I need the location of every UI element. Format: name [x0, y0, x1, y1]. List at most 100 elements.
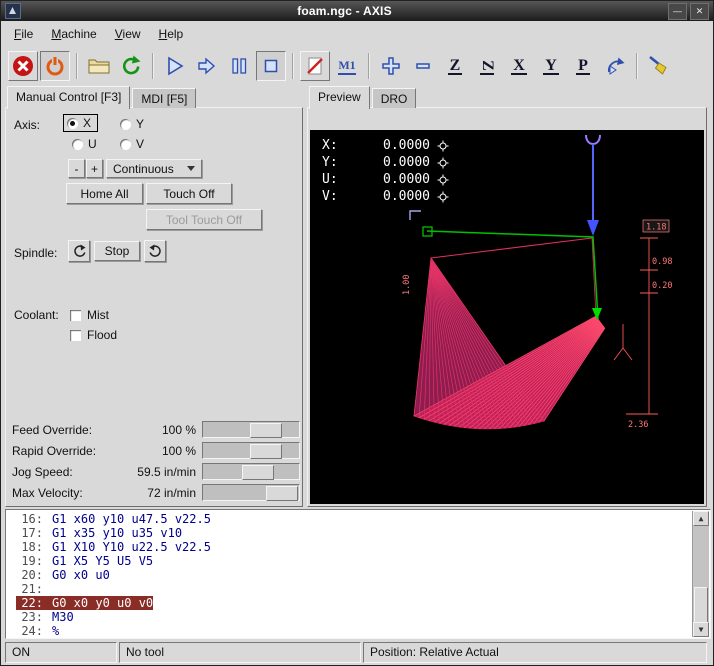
svg-text:2.36: 2.36: [628, 420, 648, 430]
machine-power-button[interactable]: [40, 51, 70, 81]
zoom-out-button[interactable]: [408, 51, 438, 81]
feed-override-slider[interactable]: [202, 421, 300, 438]
toolbar-separator: [636, 53, 638, 79]
view-rotated-top-button[interactable]: Z: [472, 51, 502, 81]
open-file-button[interactable]: [84, 51, 114, 81]
rotate-view-button[interactable]: [600, 51, 630, 81]
menu-machine[interactable]: Machine: [42, 23, 105, 45]
axis-radio-v[interactable]: V: [120, 137, 144, 151]
jog-minus-button[interactable]: -: [68, 159, 85, 178]
axis-window: foam.ngc - AXIS — ✕ File Machine View He…: [0, 0, 714, 666]
run-program-button[interactable]: [160, 51, 190, 81]
wing-top-edge: [431, 238, 592, 258]
axis-radio-y[interactable]: Y: [120, 117, 144, 131]
toolbar-separator: [76, 53, 78, 79]
tab-manual-control[interactable]: Manual Control [F3]: [7, 86, 130, 109]
gcode-line[interactable]: 16:G1 x60 y10 u47.5 v22.5: [16, 512, 690, 526]
tab-preview[interactable]: Preview: [309, 86, 370, 109]
close-button[interactable]: ✕: [690, 3, 709, 20]
optional-stop-button[interactable]: M1: [332, 51, 362, 81]
slider-thumb[interactable]: [242, 465, 274, 480]
tab-mdi[interactable]: MDI [F5]: [132, 88, 196, 108]
scrollbar-thumb[interactable]: [694, 587, 708, 624]
feed-override-label: Feed Override:: [12, 423, 92, 437]
gcode-line[interactable]: 23:M30: [16, 610, 690, 624]
slider-thumb[interactable]: [250, 444, 282, 459]
view-top-icon: Z: [448, 58, 463, 75]
max-velocity-slider[interactable]: [202, 484, 300, 501]
status-tool: No tool: [119, 642, 361, 663]
pause-program-button[interactable]: [224, 51, 254, 81]
scroll-down-arrow[interactable]: ▼: [693, 622, 709, 637]
view-perspective-icon: P: [576, 58, 590, 75]
control-notebook: Manual Control [F3] MDI [F5] Axis: X Y U…: [5, 87, 303, 507]
preview-canvas[interactable]: X: 0.0000 Y: 0.0000 U: 0.0000: [310, 130, 704, 504]
reload-file-button[interactable]: [116, 51, 146, 81]
mist-checkbox[interactable]: Mist: [70, 308, 109, 322]
gcode-line[interactable]: 19:G1 X5 Y5 U5 V5: [16, 554, 690, 568]
homed-icon: [437, 157, 449, 169]
view-perspective-button[interactable]: P: [568, 51, 598, 81]
power-icon: [43, 54, 67, 78]
max-velocity-value: 72 in/min: [106, 486, 196, 500]
spindle-cw-icon: [148, 244, 163, 259]
radio-indicator: [120, 139, 131, 150]
gcode-line[interactable]: 21:: [16, 582, 690, 596]
homed-icon: [437, 140, 449, 152]
skip-lines-button[interactable]: [300, 51, 330, 81]
gcode-line[interactable]: 18:G1 X10 Y10 u22.5 v22.5: [16, 540, 690, 554]
jog-speed-value: 59.5 in/min: [106, 465, 196, 479]
slider-thumb[interactable]: [250, 423, 282, 438]
menu-help[interactable]: Help: [150, 23, 193, 45]
spindle-ccw-icon: [72, 244, 87, 259]
jog-speed-label: Jog Speed:: [12, 465, 73, 479]
axis-radio-x[interactable]: X: [64, 115, 97, 131]
menu-file[interactable]: File: [5, 23, 42, 45]
dro-row-v: V: 0.0000: [322, 188, 449, 205]
zoom-in-button[interactable]: [376, 51, 406, 81]
optional-stop-icon: M1: [338, 58, 355, 75]
spindle-stop-button[interactable]: Stop: [94, 241, 140, 261]
tab-dro[interactable]: DRO: [372, 88, 417, 108]
dro-row-u: U: 0.0000: [322, 171, 449, 188]
clear-plot-button[interactable]: [644, 51, 674, 81]
gcode-line[interactable]: 24:%: [16, 624, 690, 638]
manual-control-panel: Axis: X Y U V - + Continuous: [5, 107, 303, 507]
minimize-button[interactable]: —: [668, 3, 687, 20]
gcode-line[interactable]: 20:G0 x0 u0: [16, 568, 690, 582]
gcode-line[interactable]: 17:G1 x35 y10 u35 v10: [16, 526, 690, 540]
slider-thumb[interactable]: [266, 486, 298, 501]
gcode-scrollbar[interactable]: ▲ ▼: [692, 511, 709, 637]
dro-readout: X: 0.0000 Y: 0.0000 U: 0.0000: [322, 137, 449, 205]
touch-off-button[interactable]: Touch Off: [146, 183, 232, 204]
rapid-override-slider[interactable]: [202, 442, 300, 459]
dro-row-x: X: 0.0000: [322, 137, 449, 154]
view-front-button[interactable]: Y: [536, 51, 566, 81]
spindle-ccw-button[interactable]: [68, 240, 90, 262]
run-icon: [164, 55, 186, 77]
axis-radio-u[interactable]: U: [72, 137, 97, 151]
step-line-button[interactable]: [192, 51, 222, 81]
estop-button[interactable]: [8, 51, 38, 81]
gcode-listing[interactable]: 16:G1 x60 y10 u47.5 v22.5 17:G1 x35 y10 …: [5, 509, 711, 639]
stop-program-button[interactable]: [256, 51, 286, 81]
menu-view[interactable]: View: [106, 23, 150, 45]
view-side-button[interactable]: X: [504, 51, 534, 81]
gcode-line-active[interactable]: 22:G0 x0 y0 u0 v0: [16, 596, 690, 610]
stop-icon: [260, 55, 282, 77]
svg-text:0.98: 0.98: [652, 257, 672, 267]
spindle-cw-button[interactable]: [144, 240, 166, 262]
jog-plus-button[interactable]: +: [86, 159, 103, 178]
dro-row-y: Y: 0.0000: [322, 154, 449, 171]
slash-icon: [304, 55, 326, 77]
status-position-mode: Position: Relative Actual: [363, 642, 707, 663]
jog-mode-select[interactable]: Continuous: [106, 159, 202, 178]
homed-icon: [437, 174, 449, 186]
scroll-up-arrow[interactable]: ▲: [693, 511, 709, 526]
preview-panel: X: 0.0000 Y: 0.0000 U: 0.0000: [307, 107, 707, 507]
coolant-label: Coolant:: [14, 308, 59, 322]
view-top-button[interactable]: Z: [440, 51, 470, 81]
home-all-button[interactable]: Home All: [66, 183, 143, 204]
flood-checkbox[interactable]: Flood: [70, 328, 117, 342]
jog-speed-slider[interactable]: [202, 463, 300, 480]
